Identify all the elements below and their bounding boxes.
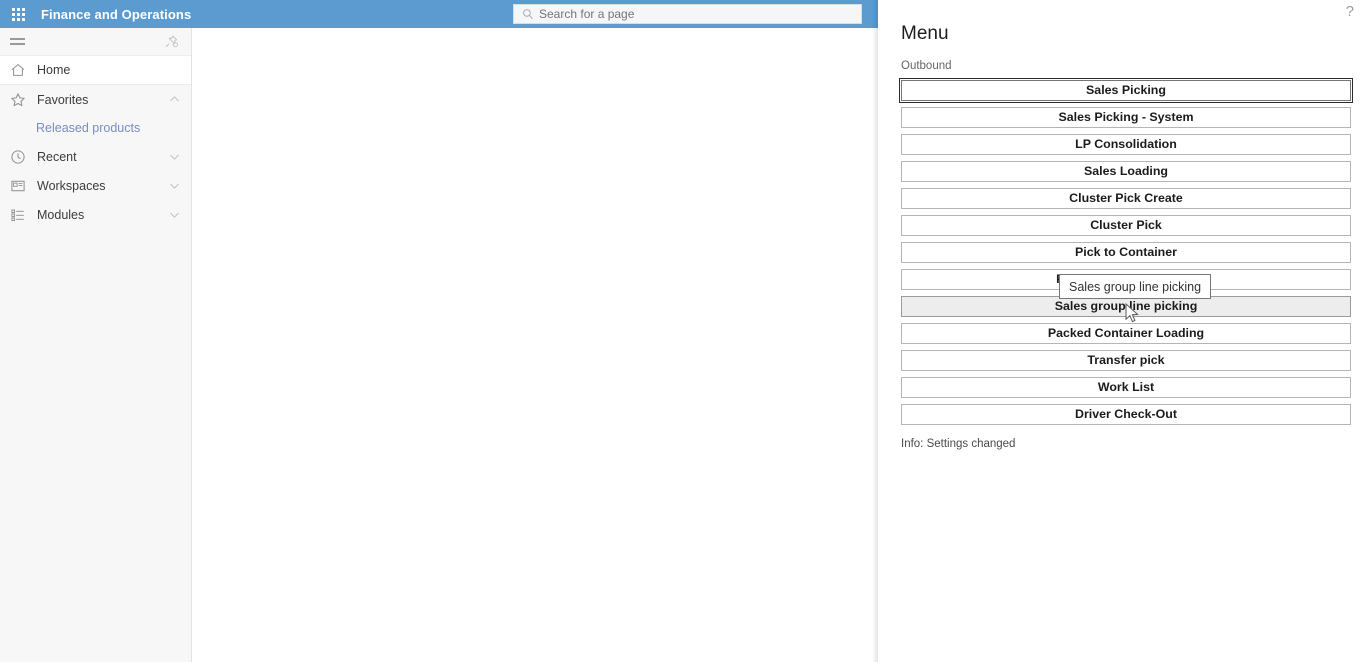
search-input[interactable] — [539, 6, 839, 22]
chevron-down-icon[interactable] — [169, 209, 180, 220]
menu-button-transfer-pick[interactable]: Transfer pick — [901, 350, 1351, 371]
warehouse-menu-panel: ? Menu Outbound Sales Picking Sales Pick… — [878, 0, 1365, 662]
hamburger-menu-icon[interactable] — [10, 38, 25, 45]
chevron-up-icon[interactable] — [169, 94, 180, 105]
menu-button-cluster-pick[interactable]: Cluster Pick — [901, 215, 1351, 236]
app-title: Finance and Operations — [41, 6, 192, 22]
status-info-text: Info: Settings changed — [901, 438, 1016, 450]
main-content-area — [193, 28, 878, 662]
home-icon — [11, 64, 25, 76]
menu-button-lp-consolidation[interactable]: LP Consolidation — [901, 134, 1351, 155]
menu-group-label: Outbound — [901, 60, 952, 72]
left-navigation-pane: Home Favorites Released products Recent — [0, 28, 192, 662]
search-box[interactable] — [513, 4, 862, 24]
sidebar-item-label: Workspaces — [37, 178, 106, 193]
menu-button-packed-container-loading[interactable]: Packed Container Loading — [901, 323, 1351, 344]
help-question-icon[interactable]: ? — [1346, 4, 1354, 19]
sidebar-item-label: Favorites — [37, 92, 89, 107]
menu-button-work-list[interactable]: Work List — [901, 377, 1351, 398]
menu-button-list: Sales Picking Sales Picking - System LP … — [899, 78, 1353, 431]
tooltip: Sales group line picking — [1059, 274, 1212, 299]
sidebar-item-label: Home — [37, 63, 71, 77]
nav-header — [0, 28, 191, 56]
menu-button-sales-picking[interactable]: Sales Picking — [899, 78, 1353, 103]
menu-button-pick-to-container[interactable]: Pick to Container — [901, 242, 1351, 263]
sidebar-subitem-label: Released products — [36, 121, 141, 135]
sidebar-item-recent[interactable]: Recent — [0, 142, 191, 171]
menu-button-sales-loading[interactable]: Sales Loading — [901, 161, 1351, 182]
sidebar-item-label: Modules — [37, 207, 85, 222]
page-title: Menu — [901, 23, 949, 44]
menu-button-driver-check-out[interactable]: Driver Check-Out — [901, 404, 1351, 425]
sidebar-item-modules[interactable]: Modules — [0, 200, 191, 229]
mouse-cursor — [1125, 303, 1139, 323]
menu-button-cluster-pick-create[interactable]: Cluster Pick Create — [901, 188, 1351, 209]
modules-icon — [11, 209, 24, 221]
sidebar-item-home[interactable]: Home — [0, 56, 191, 85]
unpin-icon[interactable] — [164, 34, 179, 49]
workspaces-icon — [11, 180, 25, 191]
sidebar-item-label: Recent — [37, 149, 77, 164]
chevron-down-icon[interactable] — [169, 151, 180, 162]
app-launcher-icon[interactable] — [4, 0, 32, 28]
star-icon — [11, 92, 25, 106]
sidebar-item-favorites[interactable]: Favorites — [0, 85, 191, 114]
sidebar-item-workspaces[interactable]: Workspaces — [0, 171, 191, 200]
app-root: Finance and Operations Home — [0, 0, 1365, 662]
menu-button-sales-picking-system[interactable]: Sales Picking - System — [901, 107, 1351, 128]
chevron-down-icon[interactable] — [169, 180, 180, 191]
clock-icon — [11, 149, 25, 164]
search-icon — [523, 9, 533, 20]
sidebar-item-released-products[interactable]: Released products — [0, 114, 191, 142]
